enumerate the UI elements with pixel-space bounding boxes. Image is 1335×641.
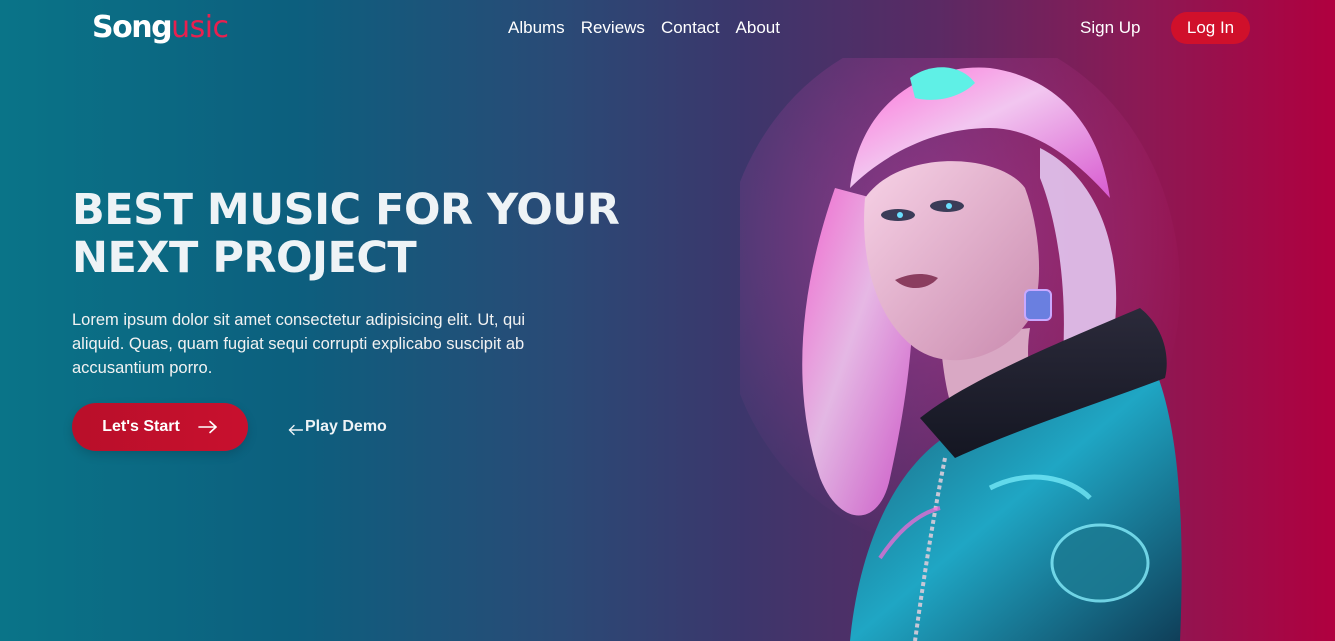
logo-text-primary: Song (92, 10, 173, 45)
play-demo-label: Play Demo (305, 418, 387, 435)
arrow-right-icon (197, 420, 218, 434)
lets-start-button[interactable]: Let's Start (72, 403, 248, 451)
logo-text-accent: usic (171, 10, 229, 45)
log-in-button[interactable]: Log In (1171, 12, 1250, 44)
hero-description: Lorem ipsum dolor sit amet consectetur a… (72, 311, 526, 377)
arrow-left-icon (288, 421, 304, 436)
brand-logo[interactable]: Songusic (92, 9, 229, 47)
hero-headline: BEST MUSIC FOR YOUR NEXT PROJECT (72, 185, 620, 283)
play-demo-button[interactable]: Play Demo (288, 416, 387, 438)
nav-link-about[interactable]: About (736, 17, 780, 39)
sign-up-link[interactable]: Sign Up (1080, 17, 1140, 39)
top-navigation: Songusic Albums Reviews Contact About Si… (0, 0, 1335, 56)
nav-link-albums[interactable]: Albums (508, 17, 565, 39)
lets-start-label: Let's Start (102, 418, 180, 435)
main-menu: Albums Reviews Contact About (508, 17, 780, 39)
nav-link-reviews[interactable]: Reviews (581, 17, 645, 39)
nav-link-contact[interactable]: Contact (661, 17, 720, 39)
hero-portrait-image (720, 28, 1210, 641)
